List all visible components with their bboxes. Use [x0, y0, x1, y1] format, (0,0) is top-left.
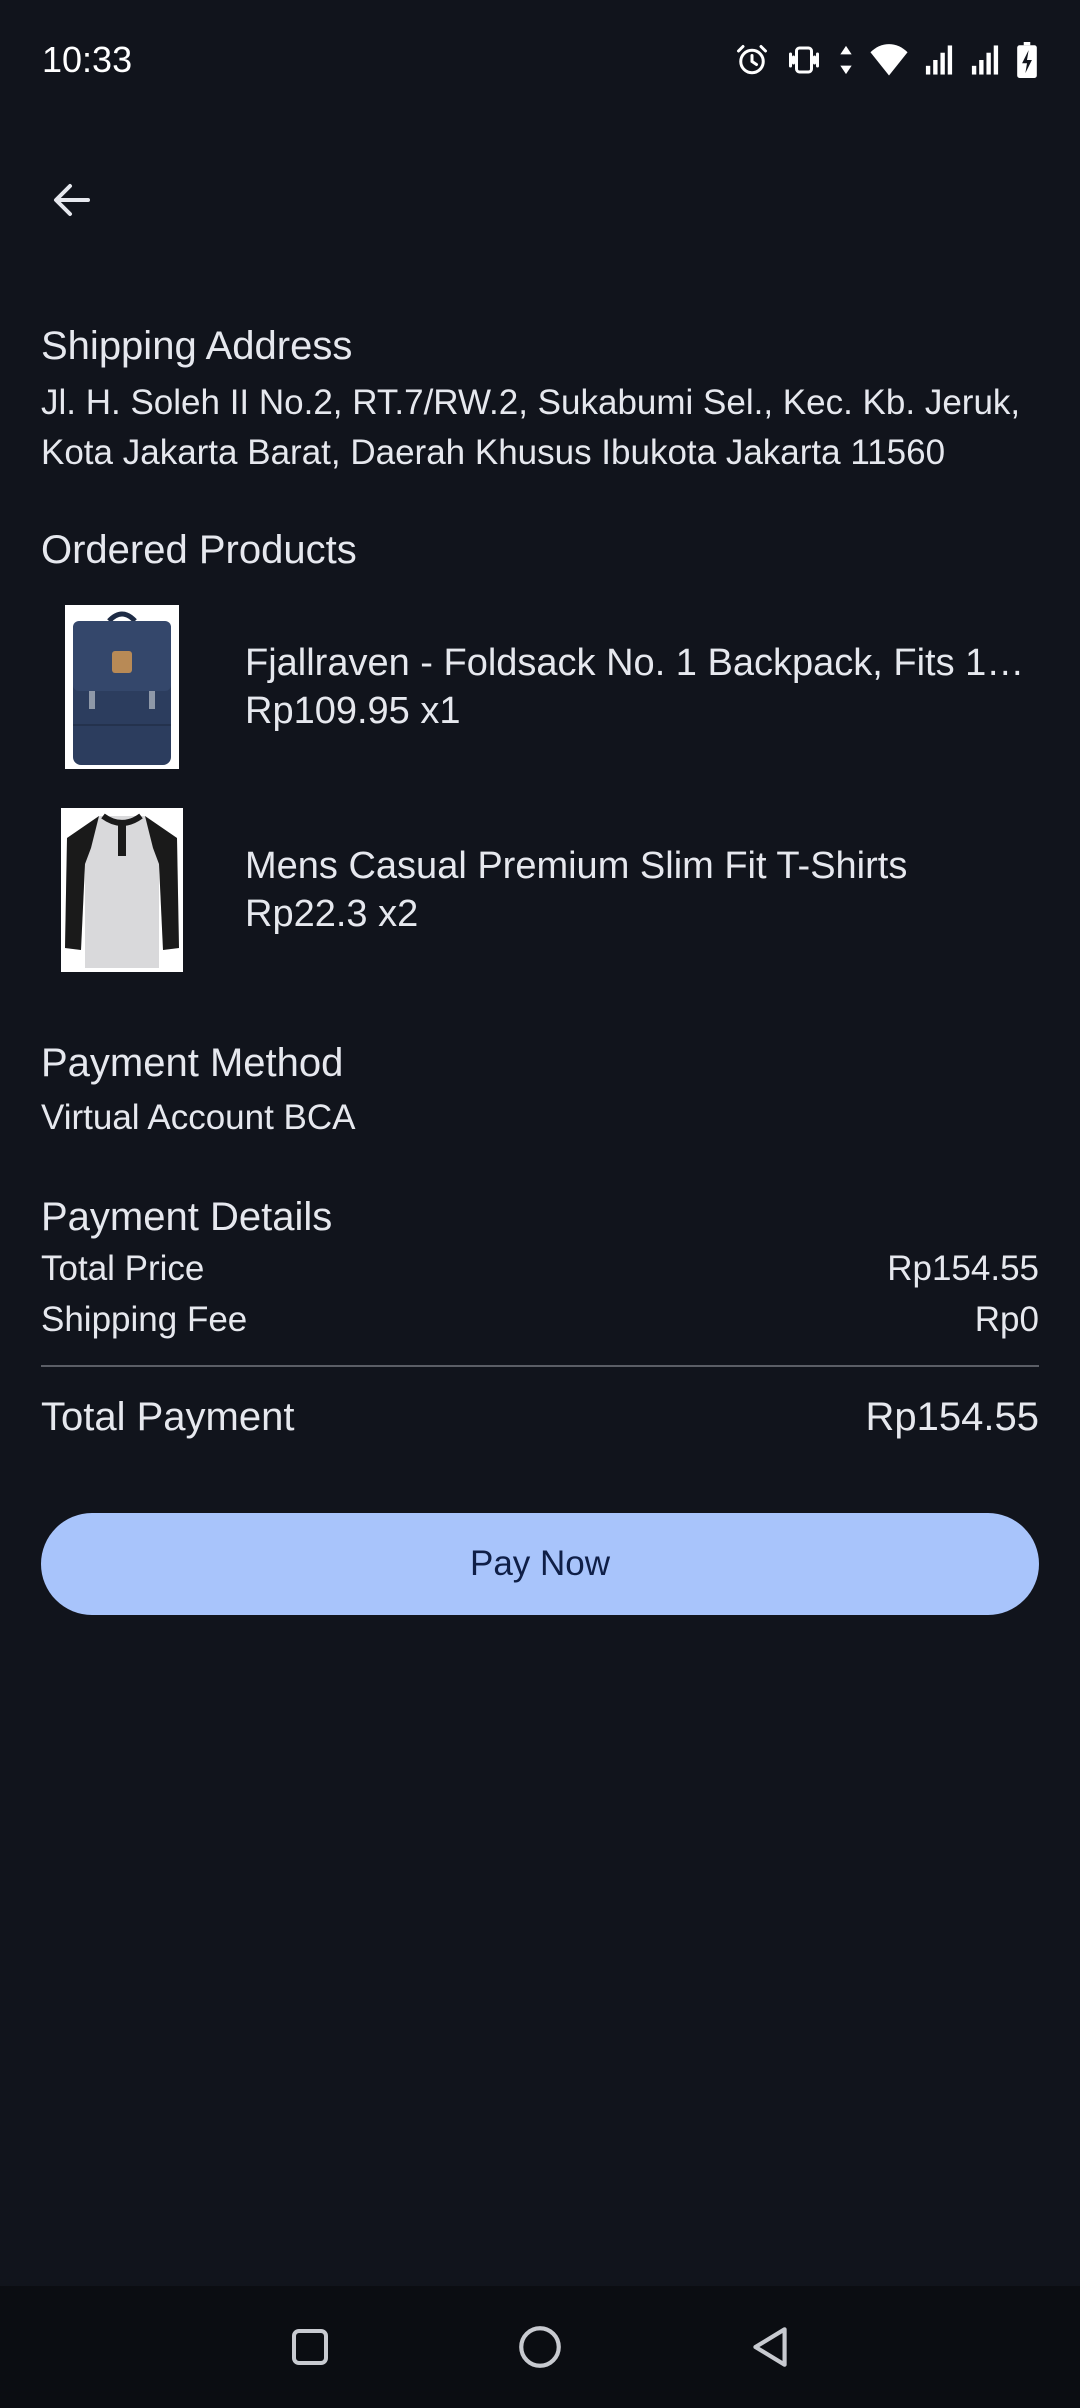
total-payment-label: Total Payment: [41, 1395, 295, 1439]
payment-method-title: Payment Method: [41, 1041, 344, 1085]
ordered-products-title: Ordered Products: [41, 528, 357, 572]
navigation-bar: [0, 2286, 1080, 2408]
arrow-left-icon: [54, 184, 90, 216]
system-back-button[interactable]: [740, 2317, 800, 2377]
recents-square-icon: [292, 2329, 328, 2365]
total-payment-value: Rp154.55: [865, 1395, 1039, 1439]
back-triangle-icon: [753, 2327, 787, 2367]
shipping-address-title: Shipping Address: [41, 324, 353, 368]
product-price: Rp109.95 x1: [245, 690, 461, 732]
divider: [41, 1365, 1039, 1367]
shipping-fee-value: Rp0: [974, 1300, 1039, 1339]
status-bar: 10:33: [0, 0, 1080, 120]
recents-button[interactable]: [280, 2317, 340, 2377]
product-price: Rp22.3 x2: [245, 893, 419, 935]
payment-details-title: Payment Details: [41, 1195, 333, 1239]
signal-icon: [925, 45, 953, 75]
shipping-fee-row: Shipping Fee Rp0: [41, 1294, 1039, 1345]
alarm-icon: [737, 45, 767, 75]
data-arrows-icon: [840, 45, 852, 75]
address-line-2: Kota Jakarta Barat, Daerah Khusus Ibukot…: [41, 433, 946, 472]
home-circle-icon: [519, 2326, 561, 2368]
checkout-screen: 10:33 Shipping Address Jl. H. Soleh II N…: [0, 0, 1080, 2408]
product-name: Mens Casual Premium Slim Fit T-Shirts: [245, 845, 908, 887]
product-item: Fjallraven - Foldsack No. 1 Backpack, Fi…: [41, 602, 1039, 772]
battery-charging-icon: [1017, 42, 1037, 78]
payment-method-value: Virtual Account BCA: [41, 1098, 356, 1137]
product-item: Mens Casual Premium Slim Fit T-Shirts Rp…: [41, 805, 1039, 975]
shipping-fee-label: Shipping Fee: [41, 1300, 248, 1339]
home-button[interactable]: [510, 2317, 570, 2377]
back-button[interactable]: [36, 164, 108, 236]
backpack-image: [57, 602, 187, 772]
pay-now-button[interactable]: Pay Now: [41, 1513, 1039, 1615]
signal-icon: [971, 45, 999, 75]
status-time: 10:33: [42, 39, 133, 80]
product-name: Fjallraven - Foldsack No. 1 Backpack, Fi…: [245, 642, 1039, 684]
total-payment-row: Total Payment Rp154.55: [41, 1389, 1039, 1445]
shipping-address-text: Jl. H. Soleh II No.2, RT.7/RW.2, Sukabum…: [41, 378, 1039, 478]
product-info: Fjallraven - Foldsack No. 1 Backpack, Fi…: [245, 639, 1039, 735]
address-line-1: Jl. H. Soleh II No.2, RT.7/RW.2, Sukabum…: [41, 383, 1021, 422]
total-price-row: Total Price Rp154.55: [41, 1243, 1039, 1294]
product-info: Mens Casual Premium Slim Fit T-Shirts Rp…: [245, 842, 907, 938]
total-price-label: Total Price: [41, 1249, 205, 1288]
checkout-content: Shipping Address Jl. H. Soleh II No.2, R…: [41, 320, 1039, 1615]
tshirt-image: [57, 805, 187, 975]
total-price-value: Rp154.55: [887, 1249, 1039, 1288]
wifi-icon: [870, 44, 908, 76]
status-icons: [734, 42, 1038, 78]
vibrate-icon: [789, 46, 819, 74]
